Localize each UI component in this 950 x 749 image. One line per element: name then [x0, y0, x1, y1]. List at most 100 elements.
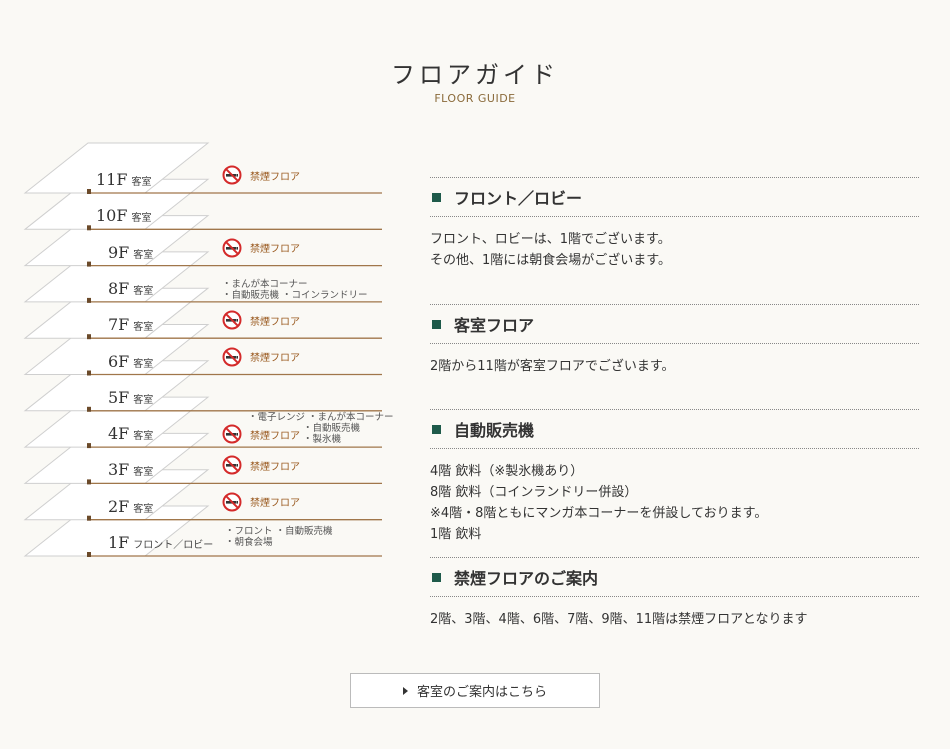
- facility-item: ・電子レンジ ・まんが本コーナー: [248, 412, 394, 424]
- floor-number: 6F: [108, 351, 130, 371]
- facility-item: ・製氷機: [303, 434, 342, 446]
- non-smoking-floor-tag: 禁煙フロア: [222, 492, 300, 512]
- floor-label: 6F 客室: [108, 352, 153, 376]
- floor-marker: [87, 370, 91, 376]
- section-line: 1階 飲料: [430, 527, 482, 542]
- floor-facilities: ・まんが本コーナー ・自動販売機 ・コインランドリー: [222, 279, 368, 301]
- non-smoking-label: 禁煙フロア: [250, 244, 300, 256]
- floor-number: 7F: [108, 315, 130, 335]
- floor-label: 4F 客室: [108, 424, 153, 448]
- floor-label: 1F フロント／ロビー: [108, 533, 213, 557]
- section-header: 禁煙フロアのご案内: [430, 557, 919, 597]
- floor-marker: [87, 515, 91, 521]
- floor-marker: [87, 479, 91, 485]
- floor-diagram: 11F 客室 禁煙フロア 10F 客室 9F 客室 禁煙フロア 8F 客室 ・まんが本コーナー ・自動…: [0, 0, 400, 600]
- floor-number: 2F: [108, 496, 130, 516]
- non-smoking-floor-tag: 禁煙フロア: [222, 347, 300, 367]
- facility-item: ・まんが本コーナー: [222, 278, 308, 290]
- section-header: 客室フロア: [430, 304, 919, 344]
- floor-name: 客室: [131, 177, 152, 188]
- section-title: 禁煙フロアのご案内: [454, 569, 599, 588]
- section-title: 自動販売機: [454, 421, 535, 440]
- section-body: 2階、3階、4階、6階、7階、9階、11階は禁煙フロアとなります: [430, 609, 919, 630]
- rooms-guide-button[interactable]: 客室のご案内はこちら: [350, 673, 600, 708]
- floor-marker: [87, 225, 91, 231]
- floor-name: フロント／ロビー: [133, 540, 214, 551]
- floor-label: 2F 客室: [108, 497, 153, 521]
- floor-number: 1F: [108, 533, 130, 552]
- floor-name: 客室: [133, 358, 154, 370]
- guide-section: 禁煙フロアのご案内 2階、3階、4階、6階、7階、9階、11階は禁煙フロアとなりま…: [430, 557, 919, 630]
- triangle-right-icon: [402, 686, 408, 695]
- non-smoking-label: 禁煙フロア: [250, 171, 300, 183]
- square-bullet-icon: [432, 424, 441, 434]
- floor-label: 8F 客室: [108, 279, 153, 303]
- floor-label: 5F 客室: [108, 388, 153, 412]
- facility-item: ・自動販売機: [303, 423, 361, 435]
- non-smoking-floor-tag: 禁煙フロア: [222, 238, 300, 258]
- non-smoking-floor-tag: 禁煙フロア: [222, 310, 300, 330]
- non-smoking-floor-tag: 禁煙フロア: [222, 165, 300, 185]
- section-line: 2階から11階が客室フロアでございます。: [430, 359, 675, 374]
- floor-name: 客室: [133, 431, 154, 443]
- floor-label: 3F 客室: [108, 460, 153, 484]
- section-title: 客室フロア: [454, 316, 535, 335]
- floor-number: 4F: [108, 424, 130, 444]
- facility-item: ・自動販売機 ・コインランドリー: [222, 289, 368, 301]
- floor-marker: [87, 261, 91, 267]
- no-smoking-icon: [222, 424, 242, 444]
- section-line: 4階 飲料（※製氷機あり）: [430, 464, 584, 479]
- section-line: 2階、3階、4階、6階、7階、9階、11階は禁煙フロアとなります: [430, 612, 808, 627]
- non-smoking-label: 禁煙フロア: [250, 461, 300, 473]
- non-smoking-label: 禁煙フロア: [250, 316, 300, 328]
- floor-number: 5F: [108, 387, 130, 407]
- floor-name: 客室: [131, 213, 152, 225]
- floor-marker: [87, 297, 91, 303]
- no-smoking-icon: [222, 310, 242, 330]
- floor-facilities: ・フロント ・自動販売機 ・朝食会場: [225, 526, 333, 548]
- facility-item: ・朝食会場: [225, 537, 273, 548]
- section-line: フロント、ロビーは、1階でございます。: [430, 232, 671, 247]
- floor-facilities: ・電子レンジ ・まんが本コーナー ・自動販売機 ・製氷機: [248, 412, 394, 445]
- floor-name: 客室: [133, 285, 154, 297]
- guide-section: 自動販売機 4階 飲料（※製氷機あり） 8階 飲料（コインランドリー併設） ※4階・8…: [430, 409, 919, 545]
- floor-name: 客室: [133, 322, 154, 334]
- section-line: その他、1階には朝食会場がございます。: [430, 253, 671, 268]
- section-body: 2階から11階が客室フロアでございます。: [430, 356, 919, 377]
- floor-number: 8F: [108, 278, 130, 298]
- floor-name: 客室: [133, 503, 154, 515]
- section-line: 8階 飲料（コインランドリー併設）: [430, 485, 638, 500]
- guide-section: 客室フロア 2階から11階が客室フロアでございます。: [430, 304, 919, 377]
- square-bullet-icon: [432, 192, 441, 202]
- section-header: 自動販売機: [430, 409, 919, 449]
- no-smoking-icon: [222, 492, 242, 512]
- floor-marker: [87, 189, 91, 194]
- section-title: フロント／ロビー: [454, 189, 583, 208]
- floor-number: 11F: [96, 170, 128, 189]
- no-smoking-icon: [222, 238, 242, 258]
- floor-label: 11F 客室: [96, 170, 151, 194]
- floor-marker: [87, 443, 91, 449]
- non-smoking-label: 禁煙フロア: [250, 353, 300, 364]
- floor-number: 9F: [108, 242, 130, 262]
- section-body: フロント、ロビーは、1階でございます。 その他、1階には朝食会場がございます。: [430, 229, 919, 271]
- floor-label: 9F 客室: [108, 243, 153, 267]
- section-line: ※4階・8階ともにマンガ本コーナーを併設しております。: [430, 506, 768, 521]
- floor-label: 10F 客室: [96, 206, 151, 230]
- section-header: フロント／ロビー: [430, 177, 919, 217]
- floor-name: 客室: [133, 467, 154, 479]
- section-body: 4階 飲料（※製氷機あり） 8階 飲料（コインランドリー併設） ※4階・8階ともにマ…: [430, 461, 919, 545]
- floor-number: 3F: [108, 460, 130, 480]
- no-smoking-icon: [222, 347, 242, 366]
- facility-item: ・フロント ・自動販売機: [225, 526, 333, 537]
- floor-marker: [87, 406, 91, 412]
- square-bullet-icon: [432, 572, 441, 582]
- non-smoking-label: 禁煙フロア: [250, 498, 300, 510]
- non-smoking-floor-tag: 禁煙フロア: [222, 455, 300, 475]
- rooms-guide-button-label: 客室のご案内はこちら: [416, 685, 547, 700]
- floor-name: 客室: [133, 249, 154, 261]
- floor-name: 客室: [133, 394, 154, 406]
- floor-number: 10F: [96, 206, 128, 226]
- guide-section: フロント／ロビーフロント、ロビーは、1階でございます。 その他、1階には朝食会場が…: [430, 177, 919, 271]
- no-smoking-icon: [222, 455, 242, 475]
